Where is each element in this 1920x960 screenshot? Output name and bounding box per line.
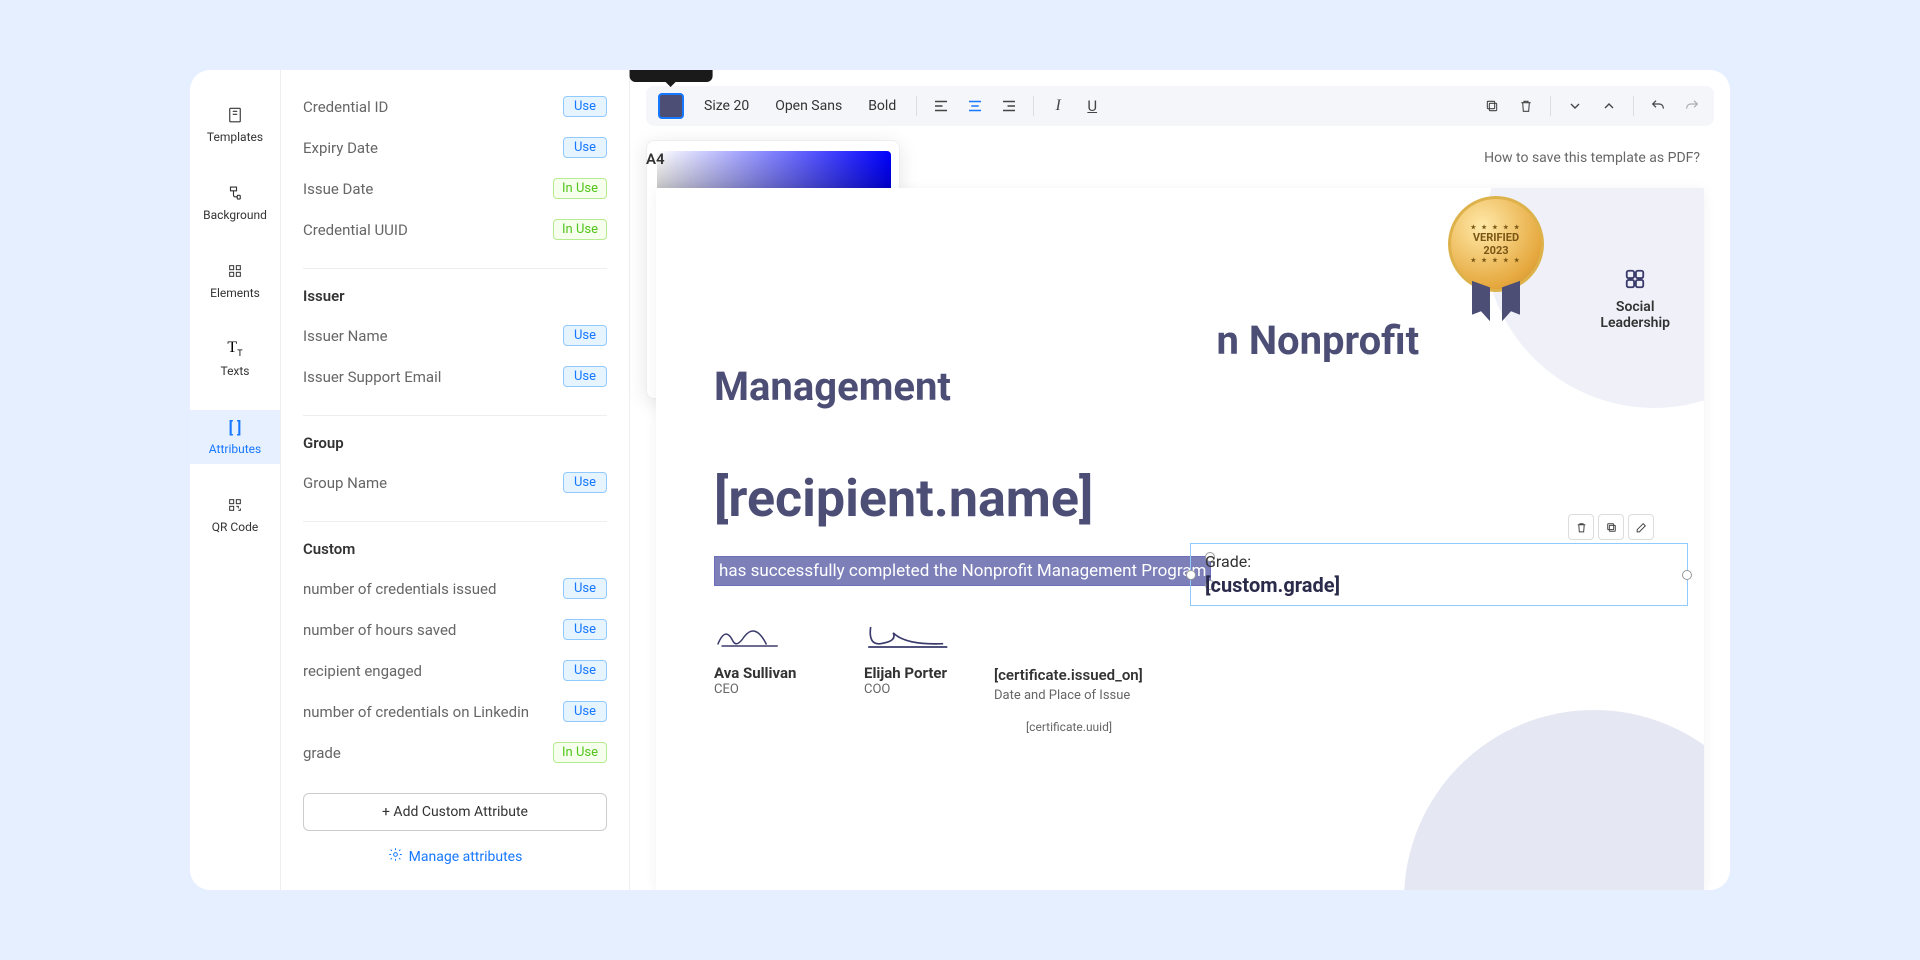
- chevron-down-icon[interactable]: [1565, 96, 1585, 116]
- attr-row: Issue DateIn Use: [303, 168, 607, 209]
- attr-row: Credential IDUse: [303, 86, 607, 127]
- resize-handle[interactable]: [1186, 570, 1196, 580]
- use-button[interactable]: Use: [563, 472, 607, 493]
- attr-row: Credential UUIDIn Use: [303, 209, 607, 250]
- nav-attributes[interactable]: [ ] Attributes: [190, 410, 280, 464]
- resize-handle[interactable]: [1682, 570, 1692, 580]
- trash-icon[interactable]: [1516, 96, 1536, 116]
- signatures-row: Ava Sullivan CEO Elijah Porter COO: [714, 618, 964, 697]
- medal-icon: ★ ★ ★ ★ ★ VERIFIED 2023 ★ ★ ★ ★ ★: [1448, 196, 1544, 292]
- attr-row: Group NameUse: [303, 462, 607, 503]
- text-icon: TT: [226, 340, 244, 358]
- attr-top-group: Credential IDUse Expiry DateUse Issue Da…: [303, 86, 607, 250]
- tooltip: Text Color: [630, 70, 713, 82]
- signature-2[interactable]: Elijah Porter COO: [864, 618, 964, 697]
- paint-icon: [226, 184, 244, 202]
- font-size-select[interactable]: Size 20: [698, 94, 755, 118]
- brackets-icon: [ ]: [226, 418, 244, 436]
- signature-1[interactable]: Ava Sullivan CEO: [714, 618, 804, 697]
- attr-row: number of credentials on LinkedinUse: [303, 691, 607, 732]
- grid-icon: [226, 262, 244, 280]
- use-button[interactable]: Use: [563, 619, 607, 640]
- use-button[interactable]: Use: [563, 578, 607, 599]
- italic-icon[interactable]: I: [1048, 96, 1068, 116]
- nav-elements[interactable]: Elements: [190, 254, 280, 308]
- underline-icon[interactable]: U: [1082, 96, 1102, 116]
- attr-row: number of credentials issuedUse: [303, 568, 607, 609]
- gear-icon: [388, 847, 403, 866]
- attr-row: recipient engagedUse: [303, 650, 607, 691]
- canvas-area: Text Color Size 20 Open Sans Bold I U: [630, 70, 1730, 890]
- nav-background[interactable]: Background: [190, 176, 280, 230]
- font-weight-select[interactable]: Bold: [862, 94, 902, 118]
- nav-templates[interactable]: Templates: [190, 98, 280, 152]
- attr-row: Issuer NameUse: [303, 315, 607, 356]
- inuse-badge: In Use: [553, 742, 607, 763]
- verified-badge[interactable]: ★ ★ ★ ★ ★ VERIFIED 2023 ★ ★ ★ ★ ★: [1448, 196, 1544, 322]
- trash-icon[interactable]: [1568, 514, 1594, 540]
- manage-attributes-link[interactable]: Manage attributes: [303, 847, 607, 866]
- align-left-icon[interactable]: [931, 96, 951, 116]
- certificate-body-text[interactable]: has successfully completed the Nonprofit…: [714, 556, 1211, 586]
- text-color-button[interactable]: Text Color: [658, 93, 684, 119]
- grid-icon: [1600, 268, 1670, 295]
- certificate-title[interactable]: Certificate of Achievement in NonprofitM…: [714, 318, 1419, 410]
- qr-icon: [226, 496, 244, 514]
- use-button[interactable]: Use: [563, 137, 607, 158]
- align-right-icon[interactable]: [999, 96, 1019, 116]
- use-button[interactable]: Use: [563, 96, 607, 117]
- nav-texts[interactable]: TT Texts: [190, 332, 280, 386]
- section-group: Group: [303, 415, 607, 452]
- selected-grade-element[interactable]: Grade: [custom.grade]: [1190, 543, 1688, 606]
- attributes-panel: Credential IDUse Expiry DateUse Issue Da…: [280, 70, 630, 890]
- redo-icon[interactable]: [1682, 96, 1702, 116]
- attr-row: number of hours savedUse: [303, 609, 607, 650]
- use-button[interactable]: Use: [563, 701, 607, 722]
- grade-label: Grade:: [1205, 552, 1673, 571]
- file-icon: [226, 106, 244, 124]
- help-save-pdf-link[interactable]: How to save this template as PDF?: [1484, 150, 1700, 166]
- social-leadership-badge[interactable]: Social Leadership: [1600, 268, 1670, 331]
- certificate-canvas[interactable]: Certificate of Achievement in NonprofitM…: [656, 188, 1704, 890]
- copy-icon[interactable]: [1482, 96, 1502, 116]
- section-issuer: Issuer: [303, 268, 607, 305]
- recipient-name-placeholder[interactable]: [recipient.name]: [714, 468, 1093, 529]
- font-family-select[interactable]: Open Sans: [769, 94, 848, 118]
- add-custom-attribute-button[interactable]: + Add Custom Attribute: [303, 793, 607, 831]
- issued-on-placeholder[interactable]: [certificate.issued_on]: [994, 666, 1143, 684]
- undo-icon[interactable]: [1648, 96, 1668, 116]
- inuse-badge: In Use: [553, 178, 607, 199]
- bg-circle-2: [1404, 710, 1704, 890]
- uuid-placeholder[interactable]: [certificate.uuid]: [1026, 720, 1112, 734]
- section-custom: Custom: [303, 521, 607, 558]
- attr-row: Expiry DateUse: [303, 127, 607, 168]
- copy-icon[interactable]: [1598, 514, 1624, 540]
- edit-icon[interactable]: [1628, 514, 1654, 540]
- attr-row: Issuer Support EmailUse: [303, 356, 607, 397]
- align-center-icon[interactable]: [965, 96, 985, 116]
- ribbon-icon: [1448, 292, 1544, 322]
- nav-qrcode[interactable]: QR Code: [190, 488, 280, 542]
- use-button[interactable]: Use: [563, 660, 607, 681]
- text-toolbar: Text Color Size 20 Open Sans Bold I U: [646, 86, 1714, 126]
- left-nav: Templates Background Elements TT Texts […: [190, 70, 280, 890]
- chevron-up-icon[interactable]: [1599, 96, 1619, 116]
- canvas-size-label: A4: [646, 150, 665, 168]
- use-button[interactable]: Use: [563, 366, 607, 387]
- attr-row: gradeIn Use: [303, 732, 607, 773]
- grade-value-placeholder: [custom.grade]: [1205, 573, 1673, 597]
- inuse-badge: In Use: [553, 219, 607, 240]
- selection-actions: [1568, 514, 1654, 540]
- issued-on-label: Date and Place of Issue: [994, 688, 1130, 703]
- use-button[interactable]: Use: [563, 325, 607, 346]
